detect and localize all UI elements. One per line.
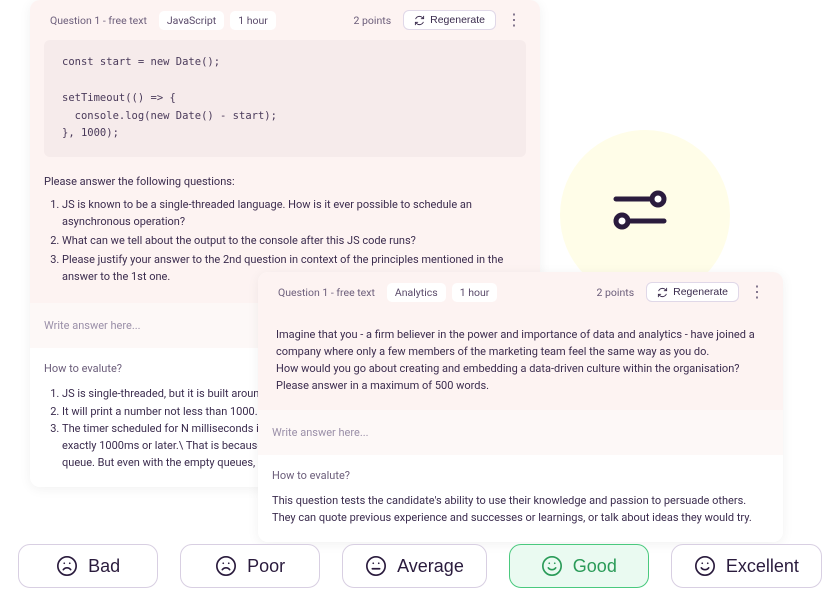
answer-input[interactable]: Write answer here... [258, 410, 783, 455]
points-label: 2 points [348, 11, 398, 30]
rating-label: Excellent [726, 556, 799, 577]
sliders-icon [610, 185, 670, 238]
prompt-paragraph: How would you go about creating and embe… [276, 360, 765, 394]
refresh-icon [657, 287, 668, 298]
question-card-analytics: Question 1 - free text Analytics 1 hour … [258, 272, 783, 542]
duration-pill: 1 hour [452, 283, 498, 302]
face-smile-icon [541, 555, 563, 577]
prompt-item: What can we tell about the output to the… [62, 232, 526, 249]
rating-label: Good [573, 556, 617, 577]
prompt-area: Imagine that you - a firm believer in th… [258, 312, 783, 410]
prompt-paragraph: Imagine that you - a firm believer in th… [276, 326, 765, 360]
points-label: 2 points [591, 283, 641, 302]
evaluation-label: How to evalute? [272, 469, 769, 482]
rating-poor-button[interactable]: Poor [180, 544, 320, 588]
duration-pill: 1 hour [230, 11, 276, 30]
category-pill: JavaScript [159, 11, 224, 30]
rating-good-button[interactable]: Good [509, 544, 649, 588]
code-area: const start = new Date(); setTimeout(() … [30, 40, 540, 171]
question-label: Question 1 - free text [272, 283, 381, 302]
question-label: Question 1 - free text [44, 11, 153, 30]
rating-label: Average [397, 556, 464, 577]
more-menu-button[interactable]: ⋮ [745, 284, 769, 300]
rating-average-button[interactable]: Average [342, 544, 487, 588]
evaluation-area: How to evalute? This question tests the … [258, 455, 783, 542]
prompt-intro: Please answer the following questions: [44, 175, 526, 188]
card-header: Question 1 - free text Analytics 1 hour … [258, 272, 783, 312]
card-header: Question 1 - free text JavaScript 1 hour… [30, 0, 540, 40]
rating-bad-button[interactable]: Bad [18, 544, 158, 588]
rating-row: Bad Poor Average Good Excellent [0, 544, 840, 588]
regenerate-label: Regenerate [673, 286, 728, 298]
category-pill: Analytics [387, 283, 446, 302]
regenerate-button[interactable]: Regenerate [646, 282, 739, 302]
rating-label: Poor [247, 556, 285, 577]
prompt-item: JS is known to be a single-threaded lang… [62, 196, 526, 230]
face-frown-icon [56, 555, 78, 577]
regenerate-label: Regenerate [430, 14, 485, 26]
face-smile-icon [694, 555, 716, 577]
rating-label: Bad [88, 556, 120, 577]
more-menu-button[interactable]: ⋮ [502, 12, 526, 28]
rating-excellent-button[interactable]: Excellent [671, 544, 822, 588]
evaluation-text: This question tests the candidate's abil… [272, 492, 769, 526]
face-neutral-icon [365, 555, 387, 577]
regenerate-button[interactable]: Regenerate [403, 10, 496, 30]
code-block: const start = new Date(); setTimeout(() … [44, 40, 526, 157]
face-frown-icon [215, 555, 237, 577]
refresh-icon [414, 15, 425, 26]
